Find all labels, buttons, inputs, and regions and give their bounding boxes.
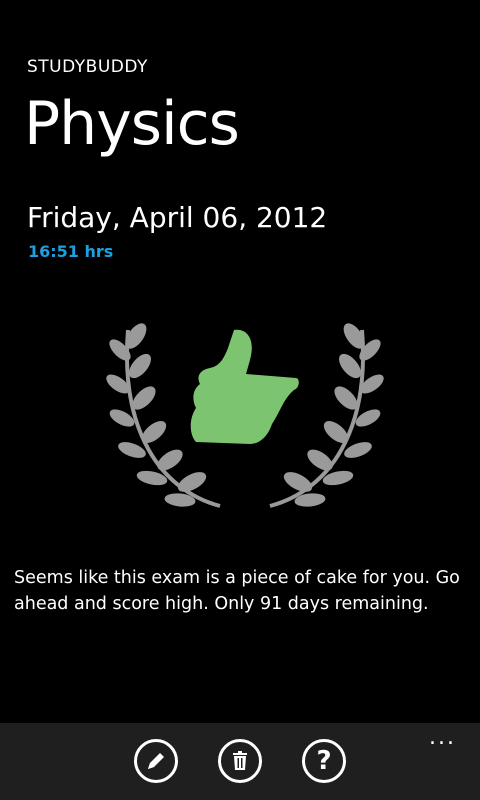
help-button[interactable]: ? — [302, 739, 346, 783]
thumbs-up-laurel-icon — [106, 323, 384, 508]
delete-button[interactable] — [218, 739, 262, 783]
thumb-up-icon — [190, 329, 299, 444]
more-menu-button[interactable]: ... — [429, 725, 456, 750]
exam-time: 16:51 hrs — [28, 242, 114, 261]
exam-message: Seems like this exam is a piece of cake … — [14, 568, 460, 614]
right-laurel-icon — [269, 323, 384, 508]
page-title: Physics — [24, 89, 240, 159]
edit-pencil-icon — [148, 753, 164, 769]
delete-trash-icon — [233, 751, 247, 770]
edit-button[interactable] — [134, 739, 178, 783]
app-title: STUDYBUDDY — [27, 57, 148, 77]
exam-date: Friday, April 06, 2012 — [27, 201, 328, 234]
application-bar: ? ... — [0, 723, 480, 800]
help-question-icon: ? — [316, 746, 332, 776]
